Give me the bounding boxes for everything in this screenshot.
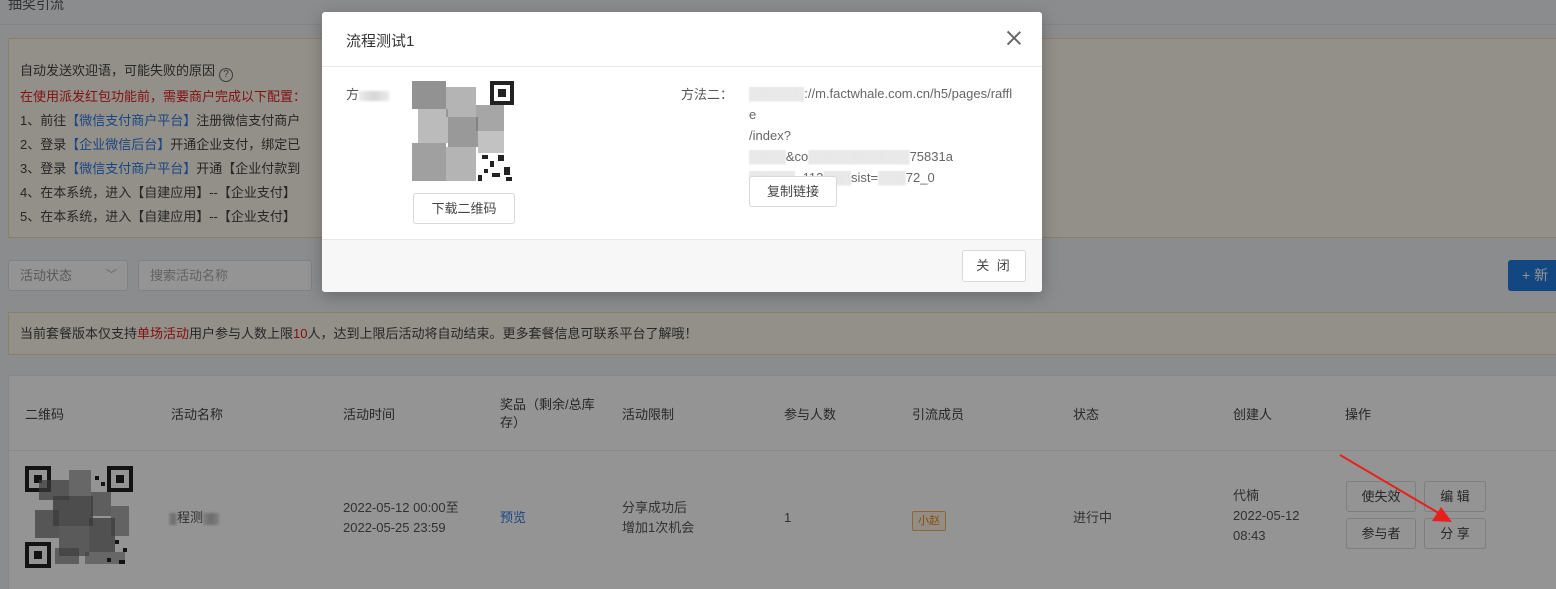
share-url-text: ▒▒▒▒▒▒://m.factwhale.com.cn/h5/pages/raf… <box>749 86 1013 185</box>
share-qr-code <box>412 81 514 183</box>
dialog-footer: 关 闭 <box>322 239 1042 292</box>
share-dialog: 流程测试1 方 下载二维码 方法二： ▒▒▒▒▒▒://m.factwhale.… <box>322 12 1042 292</box>
method-two-label: 方法二： <box>681 87 734 102</box>
dialog-header: 流程测试1 <box>322 12 1042 67</box>
close-button[interactable]: 关 闭 <box>962 250 1026 282</box>
dialog-title: 流程测试1 <box>346 33 415 50</box>
download-qr-button[interactable]: 下载二维码 <box>413 193 515 224</box>
copy-link-button[interactable]: 复制链接 <box>749 176 837 207</box>
method-one-label: 方 <box>346 84 390 103</box>
close-icon[interactable] <box>1004 28 1024 48</box>
